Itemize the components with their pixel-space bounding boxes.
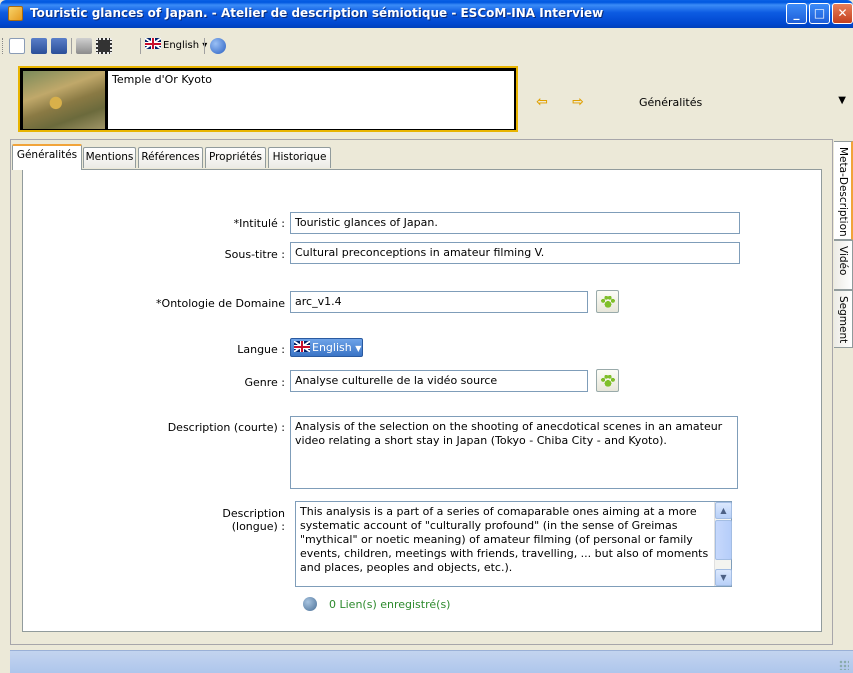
resize-grip-icon[interactable] xyxy=(839,660,849,670)
media-title: Temple d'Or Kyoto xyxy=(112,73,213,86)
scroll-down-icon[interactable]: ▼ xyxy=(715,569,732,586)
close-button[interactable]: ✕ xyxy=(832,3,853,24)
tab-label: Généralités xyxy=(16,149,78,161)
tab-historique[interactable]: Historique xyxy=(268,147,331,168)
toolbar-grip[interactable] xyxy=(2,38,5,54)
description-courte-textarea[interactable]: Analysis of the selection on the shootin… xyxy=(290,416,738,489)
status-bar xyxy=(10,650,853,673)
toolbar: English ▾ xyxy=(0,28,853,63)
tab-mentions[interactable]: Mentions xyxy=(83,147,136,168)
print-icon[interactable] xyxy=(76,38,92,54)
langue-label: Langue : xyxy=(237,343,285,356)
sous-titre-field[interactable]: Cultural preconceptions in amateur filmi… xyxy=(290,242,740,264)
uk-flag-icon xyxy=(294,341,310,352)
genre-field[interactable]: Analyse culturelle de la vidéo source xyxy=(290,370,588,392)
video-thumbnail[interactable] xyxy=(23,71,105,129)
side-tab-video[interactable]: Vidéo xyxy=(834,240,853,290)
side-tab-label: Vidéo xyxy=(837,246,849,276)
ontologie-label: *Ontologie de Domaine xyxy=(156,297,285,310)
media-title-box: Temple d'Or Kyoto xyxy=(108,71,514,129)
side-tab-label: Segment xyxy=(837,296,849,344)
side-tab-segment[interactable]: Segment xyxy=(834,290,853,348)
toolbar-separator xyxy=(140,38,141,54)
app-icon xyxy=(8,6,23,21)
intitule-label: *Intitulé : xyxy=(233,217,285,230)
intitule-field[interactable]: Touristic glances of Japan. xyxy=(290,212,740,234)
description-courte-label: Description (courte) : xyxy=(167,421,285,434)
description-longue-label-line2: (longue) : xyxy=(231,520,285,533)
save-as-icon[interactable] xyxy=(51,38,67,54)
ontologie-browse-button[interactable] xyxy=(596,290,619,313)
title-bar[interactable]: Touristic glances of Japan. - Atelier de… xyxy=(0,0,853,28)
section-select-value: Généralités xyxy=(639,96,703,109)
side-tab-meta-description[interactable]: Meta-Description xyxy=(834,141,853,240)
links-row[interactable]: 0 Lien(s) enregistré(s) xyxy=(303,597,450,611)
next-arrow-icon[interactable]: ⇨ xyxy=(571,95,585,109)
langue-value: English xyxy=(312,341,352,354)
langue-dropdown[interactable]: English ▼ xyxy=(290,338,363,357)
tab-label: Propriétés xyxy=(208,151,263,163)
chevron-down-icon: ▼ xyxy=(838,95,846,106)
uk-flag-icon xyxy=(145,38,161,49)
media-header: Temple d'Or Kyoto xyxy=(18,66,518,132)
chevron-down-icon: ▼ xyxy=(355,344,362,353)
genre-browse-button[interactable] xyxy=(596,369,619,392)
tab-generalites[interactable]: Généralités xyxy=(12,144,82,170)
new-icon[interactable] xyxy=(9,38,25,54)
side-tab-label: Meta-Description xyxy=(837,147,849,237)
tab-label: Références xyxy=(141,151,200,163)
window-title: Touristic glances of Japan. - Atelier de… xyxy=(30,6,604,20)
toolbar-separator xyxy=(71,38,72,54)
scrollbar-thumb[interactable] xyxy=(715,520,732,560)
maximize-button[interactable]: □ xyxy=(809,3,830,24)
scroll-up-icon[interactable]: ▲ xyxy=(715,502,732,519)
toolbar-separator xyxy=(204,38,205,54)
description-longue-label-line1: Description xyxy=(222,507,285,520)
description-longue-label: Description (longue) : xyxy=(150,507,285,533)
save-icon[interactable] xyxy=(31,38,47,54)
tab-label: Mentions xyxy=(85,151,134,163)
tab-proprietes[interactable]: Propriétés xyxy=(205,147,266,168)
links-label[interactable]: 0 Lien(s) enregistré(s) xyxy=(329,598,450,611)
genre-label: Genre : xyxy=(244,376,285,389)
language-dropdown[interactable]: English ▾ xyxy=(145,38,207,54)
sous-titre-label: Sous-titre : xyxy=(224,248,285,261)
language-label: English xyxy=(163,40,200,51)
link-globe-icon xyxy=(303,597,317,611)
ontologie-field[interactable]: arc_v1.4 xyxy=(290,291,588,313)
film-icon[interactable] xyxy=(96,38,112,54)
help-icon[interactable] xyxy=(210,38,226,54)
section-select[interactable]: Généralités ▼ xyxy=(632,88,850,116)
tab-references[interactable]: Références xyxy=(138,147,203,168)
description-longue-scrollbar[interactable]: ▲ ▼ xyxy=(714,502,732,586)
tab-label: Historique xyxy=(272,151,327,163)
paw-icon xyxy=(601,375,615,387)
paw-icon xyxy=(601,296,615,308)
description-longue-textarea[interactable]: This analysis is a part of a series of c… xyxy=(295,501,732,587)
previous-arrow-icon[interactable]: ⇦ xyxy=(535,95,549,109)
minimize-button[interactable]: _ xyxy=(786,3,807,24)
